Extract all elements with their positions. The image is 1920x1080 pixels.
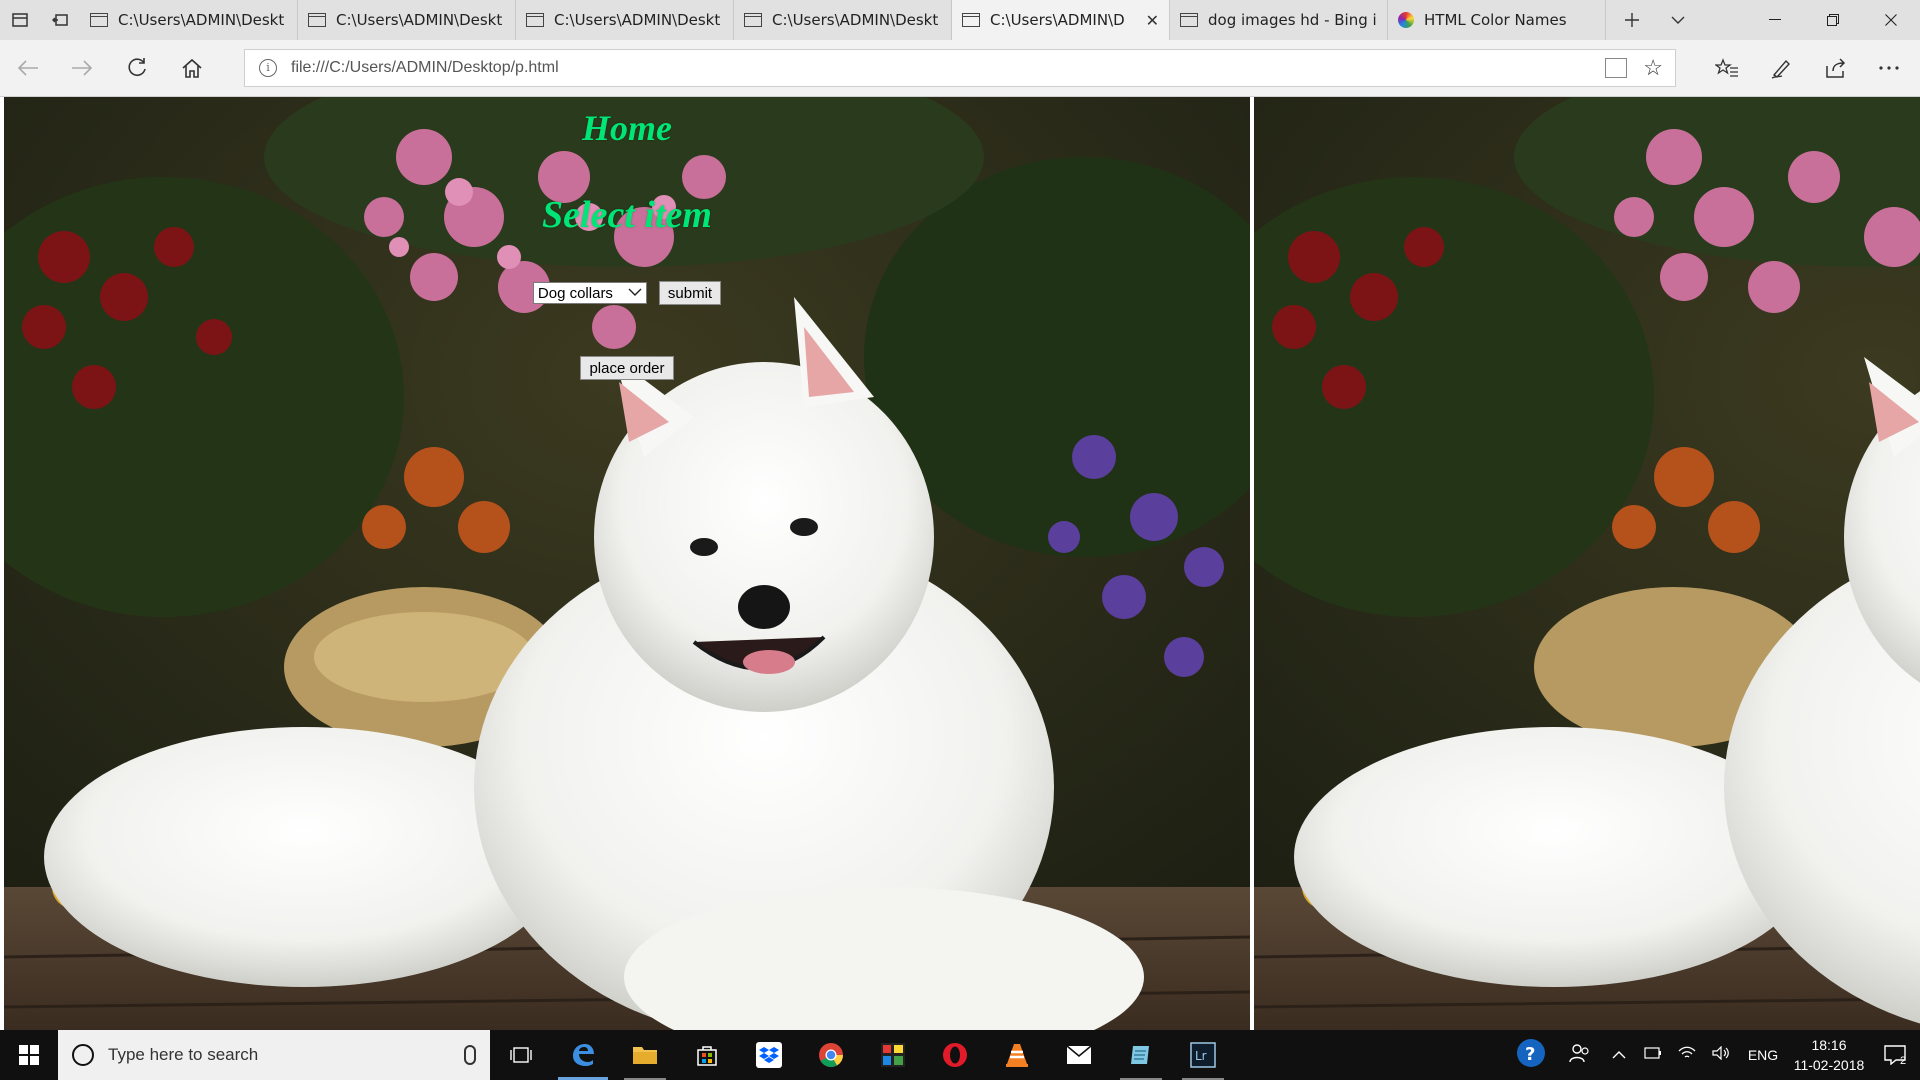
page-icon xyxy=(526,13,544,27)
tab-preview-icon[interactable] xyxy=(0,0,40,40)
page-content: Home Select item Dog collars submit plac… xyxy=(4,97,1250,1030)
tab-bar: C:\Users\ADMIN\Deskt C:\Users\ADMIN\Desk… xyxy=(0,0,1920,40)
battery-icon[interactable] xyxy=(1636,1046,1670,1064)
volume-icon[interactable] xyxy=(1704,1045,1738,1065)
notification-count: 2 xyxy=(1899,1055,1907,1067)
home-icon[interactable] xyxy=(172,48,212,88)
opera-icon[interactable] xyxy=(924,1030,986,1080)
browser-tab[interactable]: C:\Users\ADMIN\Deskt xyxy=(734,0,952,40)
action-center-icon[interactable]: 2 xyxy=(1870,1030,1920,1080)
browser-tab-active[interactable]: C:\Users\ADMIN\D ✕ xyxy=(952,0,1170,40)
browser-tab[interactable]: C:\Users\ADMIN\Deskt xyxy=(80,0,298,40)
notepad-icon[interactable] xyxy=(1110,1030,1172,1080)
browser-tab[interactable]: dog images hd - Bing i xyxy=(1170,0,1388,40)
more-options-icon[interactable] xyxy=(1869,48,1909,88)
favorites-hub-icon[interactable] xyxy=(1707,48,1747,88)
windows-start-icon[interactable] xyxy=(0,1030,58,1080)
lightroom-icon[interactable]: Lr xyxy=(1172,1030,1234,1080)
select-item-heading: Select item xyxy=(542,194,712,236)
close-window-icon[interactable] xyxy=(1862,0,1920,40)
tab-title: C:\Users\ADMIN\Deskt xyxy=(772,11,939,29)
dropbox-icon[interactable] xyxy=(738,1030,800,1080)
clock[interactable]: 18:16 11-02-2018 xyxy=(1788,1035,1870,1075)
item-select[interactable]: Dog collars xyxy=(532,282,647,304)
address-url[interactable]: file:///C:/Users/ADMIN/Desktop/p.html xyxy=(291,59,1605,77)
page-icon xyxy=(744,13,762,27)
set-aside-tabs-icon[interactable] xyxy=(40,0,80,40)
browser-tab[interactable]: C:\Users\ADMIN\Deskt xyxy=(516,0,734,40)
submit-button[interactable]: submit xyxy=(658,281,722,305)
tab-title: C:\Users\ADMIN\D xyxy=(990,11,1125,29)
system-tray: ? ENG 18:16 11-02-2018 2 xyxy=(1504,1030,1920,1080)
share-icon[interactable] xyxy=(1815,48,1855,88)
tab-title: C:\Users\ADMIN\Deskt xyxy=(336,11,503,29)
restore-icon[interactable] xyxy=(1804,0,1862,40)
navigation-bar: i file:///C:/Users/ADMIN/Desktop/p.html … xyxy=(0,40,1920,97)
people-icon[interactable] xyxy=(1558,1043,1602,1068)
back-icon[interactable] xyxy=(8,48,48,88)
browser-tab[interactable]: C:\Users\ADMIN\Deskt xyxy=(298,0,516,40)
microphone-icon[interactable] xyxy=(464,1045,476,1065)
page-icon xyxy=(962,13,980,27)
store-icon[interactable] xyxy=(676,1030,738,1080)
chevron-down-icon[interactable] xyxy=(1658,0,1698,40)
windows-taskbar: Type here to search Lr ? ENG 18:16 11-02… xyxy=(0,1030,1920,1080)
pen-notes-icon[interactable] xyxy=(1761,48,1801,88)
close-tab-icon[interactable]: ✕ xyxy=(1146,11,1159,30)
item-select-value: Dog collars xyxy=(537,284,613,302)
place-order-button[interactable]: place order xyxy=(580,356,674,380)
new-tab-icon[interactable] xyxy=(1606,0,1658,40)
chevron-up-icon[interactable] xyxy=(1602,1046,1636,1064)
file-explorer-icon[interactable] xyxy=(614,1030,676,1080)
chrome-icon[interactable] xyxy=(800,1030,862,1080)
svg-text:Lr: Lr xyxy=(1195,1049,1207,1063)
clock-date: 11-02-2018 xyxy=(1793,1057,1865,1073)
chevron-down-icon xyxy=(628,286,642,300)
language-indicator[interactable]: ENG xyxy=(1738,1047,1788,1063)
favorite-star-icon[interactable]: ☆ xyxy=(1643,55,1663,81)
vlc-icon[interactable] xyxy=(986,1030,1048,1080)
tab-bar-spacer xyxy=(1698,0,1746,40)
tab-title: HTML Color Names xyxy=(1424,11,1567,29)
page-icon xyxy=(90,13,108,27)
task-view-icon[interactable] xyxy=(490,1030,552,1080)
help-icon[interactable]: ? xyxy=(1504,1038,1558,1073)
tab-title: dog images hd - Bing i xyxy=(1208,11,1377,29)
edge-browser-icon[interactable] xyxy=(552,1030,614,1080)
taskbar-search-box[interactable]: Type here to search xyxy=(58,1030,490,1080)
background-dog-image-repeat xyxy=(1254,97,1920,1030)
forward-icon[interactable] xyxy=(62,48,102,88)
wifi-icon[interactable] xyxy=(1670,1046,1704,1065)
clock-time: 18:16 xyxy=(1811,1037,1847,1053)
paint-app-icon[interactable] xyxy=(862,1030,924,1080)
order-row: place order xyxy=(4,356,1250,380)
svg-text:?: ? xyxy=(1525,1044,1535,1065)
address-bar[interactable]: i file:///C:/Users/ADMIN/Desktop/p.html … xyxy=(244,49,1676,87)
tab-title: C:\Users\ADMIN\Deskt xyxy=(554,11,721,29)
reading-view-icon[interactable] xyxy=(1605,58,1628,78)
cortana-icon xyxy=(72,1044,94,1066)
minimize-icon[interactable] xyxy=(1746,0,1804,40)
search-placeholder: Type here to search xyxy=(108,1045,259,1064)
page-icon xyxy=(1180,13,1198,27)
color-wheel-icon xyxy=(1398,12,1414,28)
page-viewport: Home Select item Dog collars submit plac… xyxy=(0,97,1920,1030)
refresh-icon[interactable] xyxy=(117,48,157,88)
info-icon[interactable]: i xyxy=(259,59,277,77)
browser-tab[interactable]: HTML Color Names xyxy=(1388,0,1606,40)
item-form: Dog collars submit xyxy=(4,281,1250,305)
tab-title: C:\Users\ADMIN\Deskt xyxy=(118,11,285,29)
home-heading: Home xyxy=(582,108,672,148)
page-icon xyxy=(308,13,326,27)
mail-icon[interactable] xyxy=(1048,1030,1110,1080)
